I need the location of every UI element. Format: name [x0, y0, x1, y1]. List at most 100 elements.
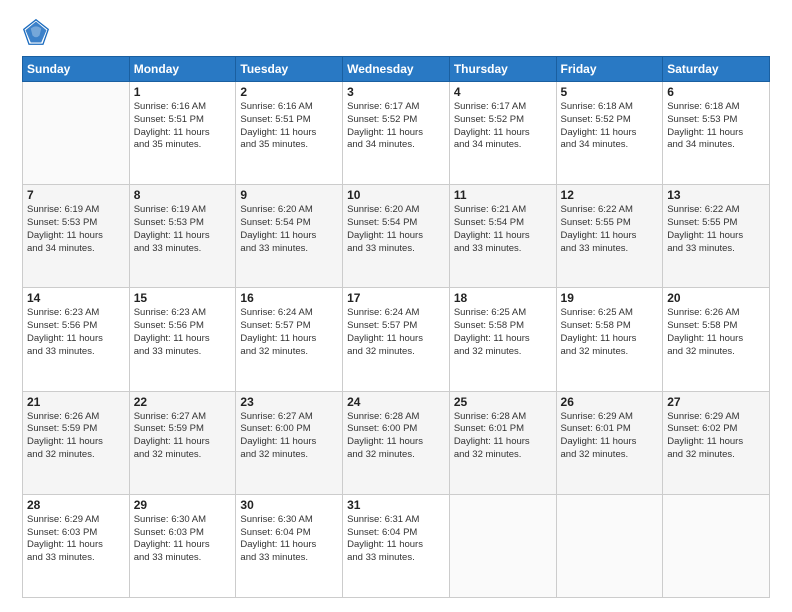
- cell-info: Sunset: 5:55 PM: [667, 217, 765, 230]
- calendar-cell: 16Sunrise: 6:24 AMSunset: 5:57 PMDayligh…: [236, 288, 343, 391]
- calendar-cell: 24Sunrise: 6:28 AMSunset: 6:00 PMDayligh…: [343, 391, 450, 494]
- weekday-header-wednesday: Wednesday: [343, 57, 450, 82]
- cell-info: and 33 minutes.: [134, 552, 232, 565]
- cell-info: Sunrise: 6:18 AM: [561, 101, 659, 114]
- cell-info: Sunrise: 6:31 AM: [347, 514, 445, 527]
- day-number: 10: [347, 188, 445, 202]
- calendar-cell: 26Sunrise: 6:29 AMSunset: 6:01 PMDayligh…: [556, 391, 663, 494]
- cell-info: Sunrise: 6:17 AM: [347, 101, 445, 114]
- cell-info: Daylight: 11 hours: [27, 230, 125, 243]
- cell-info: and 34 minutes.: [27, 243, 125, 256]
- cell-info: Sunrise: 6:22 AM: [561, 204, 659, 217]
- calendar-cell: 6Sunrise: 6:18 AMSunset: 5:53 PMDaylight…: [663, 82, 770, 185]
- cell-info: and 32 minutes.: [240, 346, 338, 359]
- calendar-cell: 5Sunrise: 6:18 AMSunset: 5:52 PMDaylight…: [556, 82, 663, 185]
- cell-info: Sunset: 5:54 PM: [347, 217, 445, 230]
- day-number: 9: [240, 188, 338, 202]
- day-number: 20: [667, 291, 765, 305]
- cell-info: Daylight: 11 hours: [454, 333, 552, 346]
- cell-info: Sunrise: 6:23 AM: [134, 307, 232, 320]
- header: [22, 18, 770, 46]
- calendar-week-4: 21Sunrise: 6:26 AMSunset: 5:59 PMDayligh…: [23, 391, 770, 494]
- cell-info: Sunset: 5:59 PM: [27, 423, 125, 436]
- cell-info: Sunset: 6:01 PM: [454, 423, 552, 436]
- day-number: 28: [27, 498, 125, 512]
- cell-info: Sunset: 6:04 PM: [240, 527, 338, 540]
- cell-info: Sunset: 5:53 PM: [27, 217, 125, 230]
- calendar-cell: 13Sunrise: 6:22 AMSunset: 5:55 PMDayligh…: [663, 185, 770, 288]
- weekday-header-row: SundayMondayTuesdayWednesdayThursdayFrid…: [23, 57, 770, 82]
- calendar-cell: 20Sunrise: 6:26 AMSunset: 5:58 PMDayligh…: [663, 288, 770, 391]
- calendar-cell: 21Sunrise: 6:26 AMSunset: 5:59 PMDayligh…: [23, 391, 130, 494]
- calendar-cell: 30Sunrise: 6:30 AMSunset: 6:04 PMDayligh…: [236, 494, 343, 597]
- cell-info: Daylight: 11 hours: [27, 436, 125, 449]
- cell-info: Sunrise: 6:24 AM: [347, 307, 445, 320]
- cell-info: and 34 minutes.: [347, 139, 445, 152]
- cell-info: and 32 minutes.: [667, 449, 765, 462]
- calendar-cell: 18Sunrise: 6:25 AMSunset: 5:58 PMDayligh…: [449, 288, 556, 391]
- cell-info: Sunrise: 6:28 AM: [454, 411, 552, 424]
- day-number: 14: [27, 291, 125, 305]
- calendar-cell: 23Sunrise: 6:27 AMSunset: 6:00 PMDayligh…: [236, 391, 343, 494]
- weekday-header-tuesday: Tuesday: [236, 57, 343, 82]
- weekday-header-thursday: Thursday: [449, 57, 556, 82]
- cell-info: Sunset: 5:54 PM: [454, 217, 552, 230]
- cell-info: Sunset: 6:03 PM: [27, 527, 125, 540]
- calendar-week-2: 7Sunrise: 6:19 AMSunset: 5:53 PMDaylight…: [23, 185, 770, 288]
- cell-info: and 32 minutes.: [240, 449, 338, 462]
- cell-info: Daylight: 11 hours: [134, 230, 232, 243]
- calendar-cell: 11Sunrise: 6:21 AMSunset: 5:54 PMDayligh…: [449, 185, 556, 288]
- day-number: 18: [454, 291, 552, 305]
- cell-info: Sunset: 5:57 PM: [240, 320, 338, 333]
- weekday-header-friday: Friday: [556, 57, 663, 82]
- cell-info: Sunrise: 6:19 AM: [27, 204, 125, 217]
- day-number: 23: [240, 395, 338, 409]
- day-number: 29: [134, 498, 232, 512]
- cell-info: and 35 minutes.: [134, 139, 232, 152]
- day-number: 30: [240, 498, 338, 512]
- cell-info: and 33 minutes.: [347, 552, 445, 565]
- calendar-cell: [449, 494, 556, 597]
- cell-info: Sunrise: 6:26 AM: [667, 307, 765, 320]
- day-number: 1: [134, 85, 232, 99]
- calendar-cell: [663, 494, 770, 597]
- cell-info: and 33 minutes.: [134, 346, 232, 359]
- cell-info: Sunset: 5:56 PM: [27, 320, 125, 333]
- cell-info: Daylight: 11 hours: [667, 127, 765, 140]
- weekday-header-sunday: Sunday: [23, 57, 130, 82]
- day-number: 13: [667, 188, 765, 202]
- cell-info: and 33 minutes.: [240, 243, 338, 256]
- cell-info: Daylight: 11 hours: [454, 230, 552, 243]
- cell-info: Daylight: 11 hours: [561, 436, 659, 449]
- cell-info: Daylight: 11 hours: [347, 333, 445, 346]
- cell-info: Daylight: 11 hours: [240, 127, 338, 140]
- day-number: 8: [134, 188, 232, 202]
- day-number: 27: [667, 395, 765, 409]
- cell-info: Sunrise: 6:20 AM: [240, 204, 338, 217]
- cell-info: Sunset: 5:51 PM: [240, 114, 338, 127]
- cell-info: Daylight: 11 hours: [347, 436, 445, 449]
- cell-info: Daylight: 11 hours: [240, 436, 338, 449]
- cell-info: Daylight: 11 hours: [134, 333, 232, 346]
- calendar-table: SundayMondayTuesdayWednesdayThursdayFrid…: [22, 56, 770, 598]
- cell-info: Sunrise: 6:24 AM: [240, 307, 338, 320]
- cell-info: Sunrise: 6:26 AM: [27, 411, 125, 424]
- cell-info: Sunrise: 6:29 AM: [27, 514, 125, 527]
- cell-info: Sunset: 5:52 PM: [347, 114, 445, 127]
- day-number: 17: [347, 291, 445, 305]
- cell-info: Sunset: 6:03 PM: [134, 527, 232, 540]
- logo: [22, 18, 54, 46]
- cell-info: Daylight: 11 hours: [561, 230, 659, 243]
- calendar-cell: 2Sunrise: 6:16 AMSunset: 5:51 PMDaylight…: [236, 82, 343, 185]
- cell-info: Sunrise: 6:25 AM: [561, 307, 659, 320]
- day-number: 2: [240, 85, 338, 99]
- cell-info: Sunrise: 6:22 AM: [667, 204, 765, 217]
- calendar-header: SundayMondayTuesdayWednesdayThursdayFrid…: [23, 57, 770, 82]
- day-number: 25: [454, 395, 552, 409]
- calendar-cell: 27Sunrise: 6:29 AMSunset: 6:02 PMDayligh…: [663, 391, 770, 494]
- cell-info: Sunrise: 6:18 AM: [667, 101, 765, 114]
- cell-info: and 33 minutes.: [561, 243, 659, 256]
- cell-info: and 33 minutes.: [134, 243, 232, 256]
- day-number: 16: [240, 291, 338, 305]
- cell-info: Sunrise: 6:23 AM: [27, 307, 125, 320]
